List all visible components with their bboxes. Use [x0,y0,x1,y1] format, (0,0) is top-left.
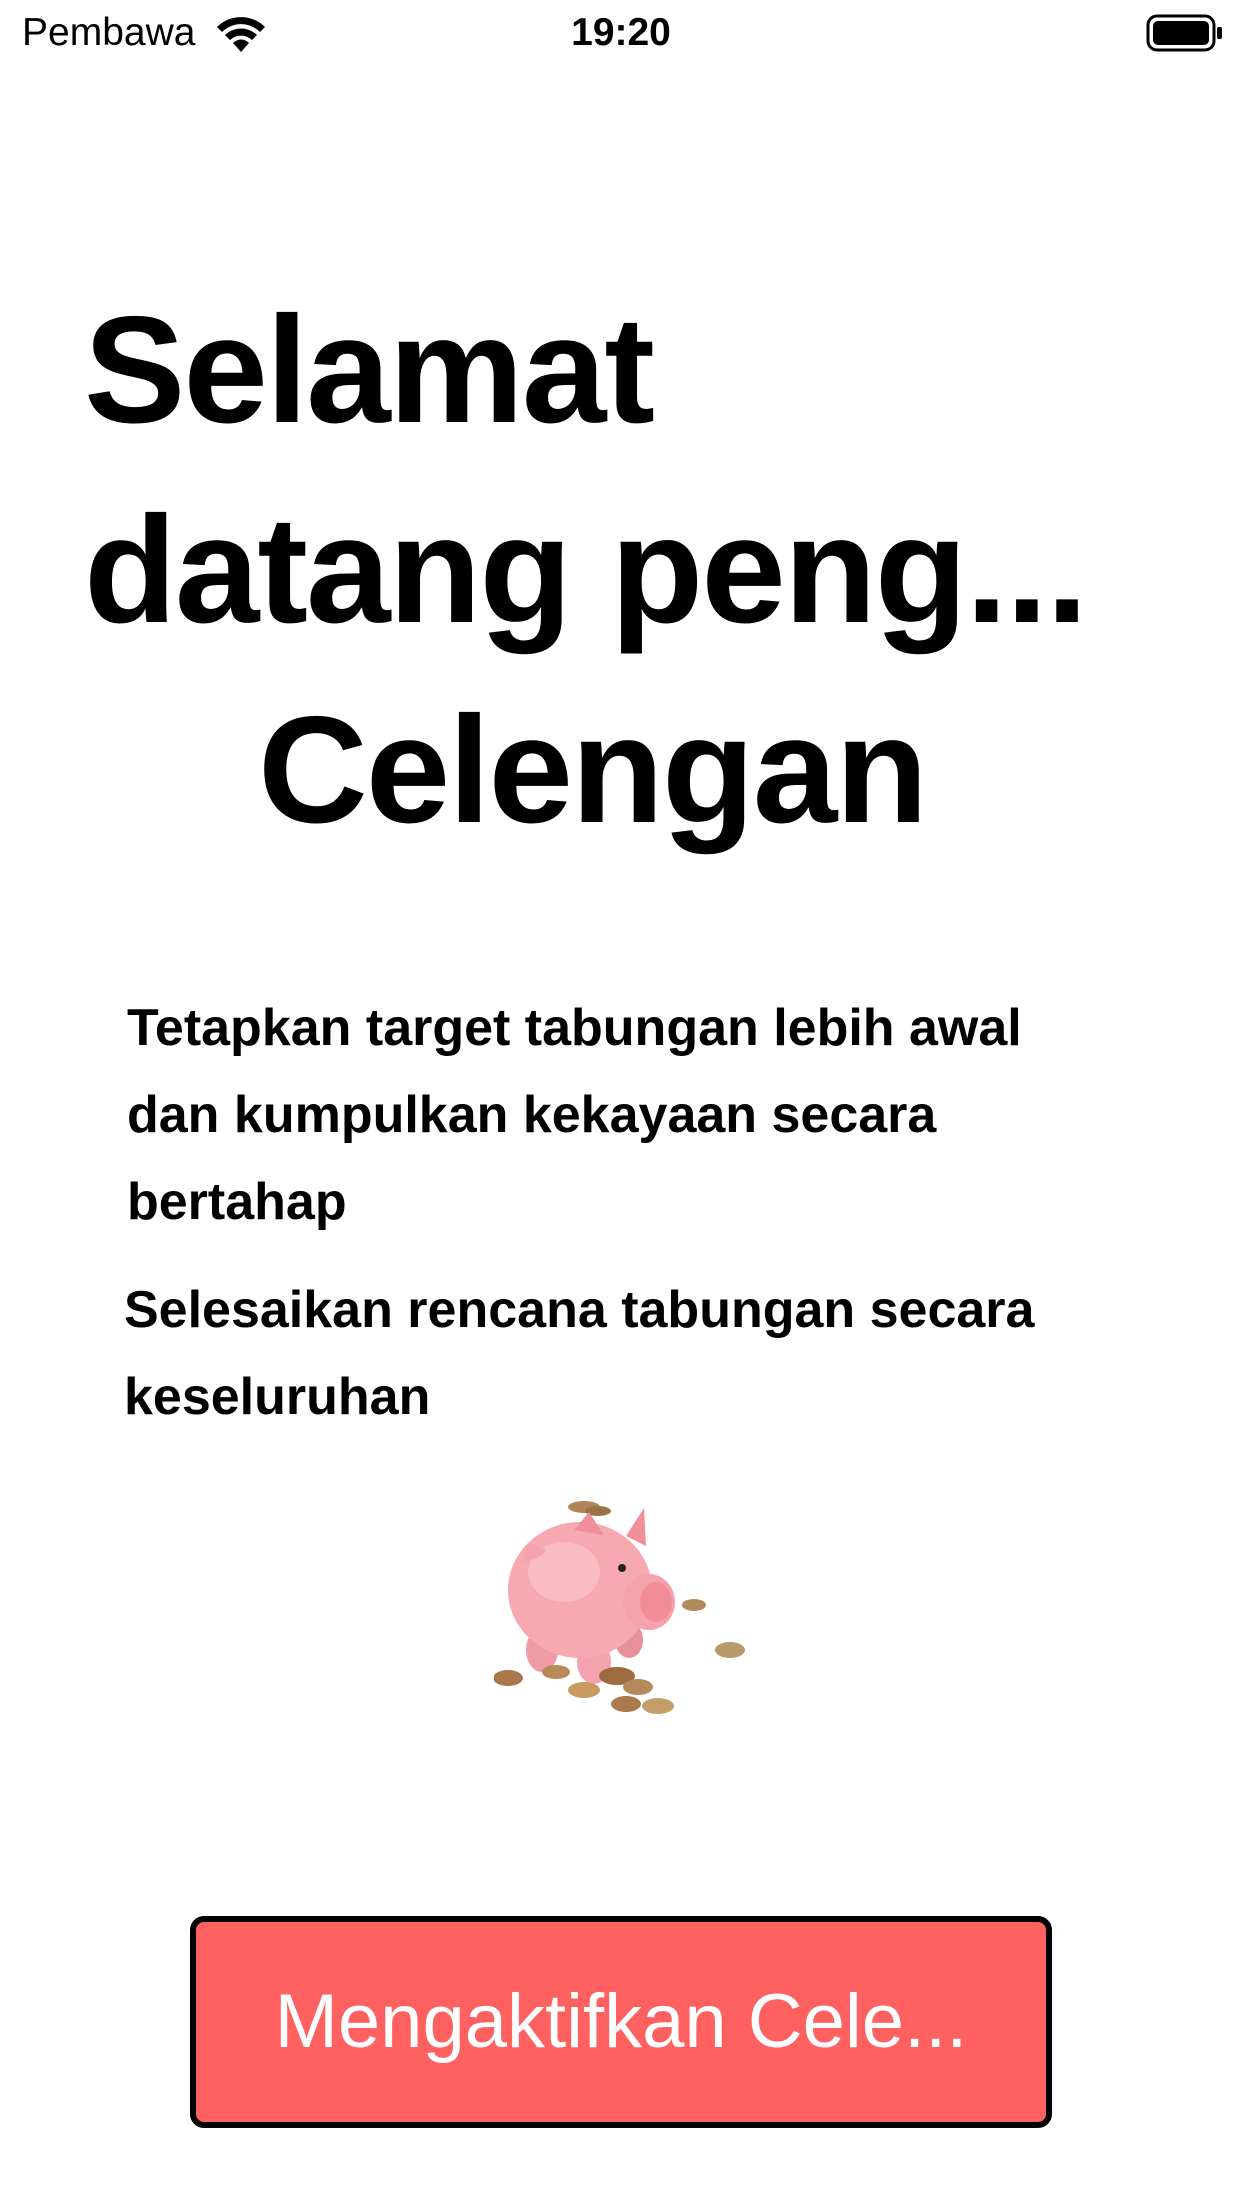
title-line-3: Celengan [258,685,928,855]
description-secondary-text: Selesaikan rencana tabungan secara kesel… [124,1267,1144,1441]
description-line: keseluruhan [124,1368,431,1426]
welcome-title: Selamat datang peng... Celengan [84,270,1184,870]
activate-celengan-button[interactable]: Mengaktifkan Cele... [190,1916,1052,2128]
status-bar: Pembawa 19:20 [0,0,1242,66]
description-line: Selesaikan rencana tabungan secara [124,1281,1035,1339]
piggy-bank-icon [494,1501,745,1714]
status-time: 19:20 [571,11,671,54]
welcome-screen: Pembawa 19:20 Selamat datang peng... Cel… [0,0,1242,2208]
description-text: Tetapkan target tabungan lebih awal dan … [127,985,1147,1246]
description-line: bertahap [127,1173,347,1231]
description-line: dan kumpulkan kekayaan secara [127,1086,937,1144]
battery-icon [1146,14,1222,52]
description-line: Tetapkan target tabungan lebih awal [127,999,1022,1057]
title-line-2: datang peng... [84,485,1088,655]
title-line-1: Selamat [84,285,655,455]
